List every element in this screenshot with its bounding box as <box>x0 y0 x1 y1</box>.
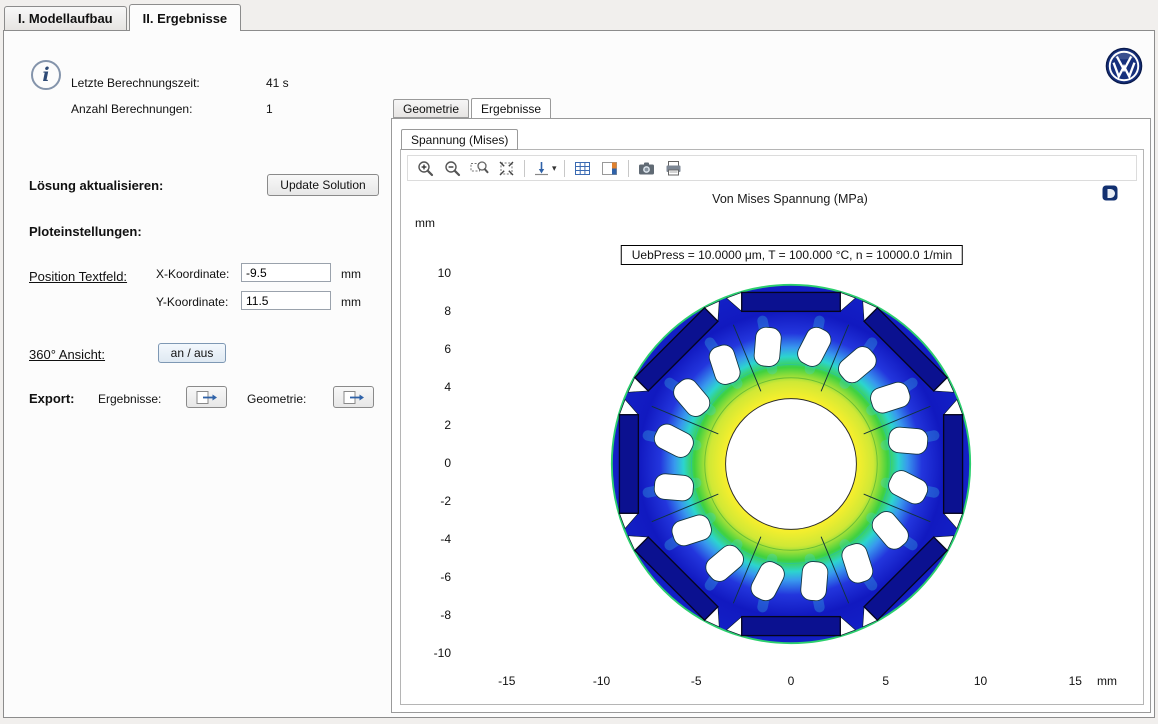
y-tick-label: -6 <box>407 570 451 584</box>
plot-toolbar: ▾ <box>407 155 1137 181</box>
x-axis-unit: mm <box>1097 674 1117 688</box>
y-tick-label: 0 <box>407 456 451 470</box>
view-orientation-icon <box>532 159 551 178</box>
results-tab-geometrie[interactable]: Geometrie <box>393 99 469 118</box>
y-coordinate-input[interactable] <box>241 291 331 310</box>
toolbar-separator <box>564 160 565 177</box>
export-results-button[interactable] <box>186 386 227 408</box>
workspace: i Letzte Berechnungszeit: 41 s Anzahl Be… <box>3 30 1155 718</box>
update-solution-heading: Lösung aktualisieren: <box>29 178 163 193</box>
x-tick-label: 5 <box>866 674 906 688</box>
x-tick-label: 15 <box>1055 674 1095 688</box>
x-coordinate-input[interactable] <box>241 263 331 282</box>
plot-tab-bar: Spannung (Mises) <box>401 129 520 149</box>
results-panel: Spannung (Mises) <box>391 118 1151 713</box>
export-heading: Export: <box>29 391 75 406</box>
camera-icon <box>637 159 656 178</box>
legend-toggle-button[interactable] <box>599 157 621 179</box>
export-icon <box>196 390 218 405</box>
zoom-in-icon <box>416 159 435 178</box>
plot-title: Von Mises Spannung (MPa) <box>437 192 1143 206</box>
x-coordinate-label: X-Koordinate: <box>156 267 229 281</box>
x-tick-label: -15 <box>487 674 527 688</box>
x-tick-label: -5 <box>676 674 716 688</box>
plot-frame: ▾ <box>400 149 1144 705</box>
grid-toggle-button[interactable] <box>572 157 594 179</box>
y-tick-label: -2 <box>407 494 451 508</box>
zoom-extents-button[interactable] <box>495 157 517 179</box>
export-geometry-button[interactable] <box>333 386 374 408</box>
zoom-box-icon <box>470 159 489 178</box>
y-tick-label: 4 <box>407 380 451 394</box>
zoom-extents-icon <box>497 159 516 178</box>
view-360-label: 360° Ansicht: <box>29 347 105 362</box>
snapshot-button[interactable] <box>636 157 658 179</box>
position-textfield-label: Position Textfeld: <box>29 269 127 284</box>
y-tick-label: -8 <box>407 608 451 622</box>
legend-icon <box>600 159 619 178</box>
y-tick-label: 10 <box>407 266 451 280</box>
y-tick-label: -4 <box>407 532 451 546</box>
last-computation-label: Letzte Berechnungszeit: <box>71 76 200 90</box>
export-results-label: Ergebnisse: <box>98 392 161 406</box>
results-tab-bar: Geometrie Ergebnisse <box>393 99 553 118</box>
y-tick-label: 8 <box>407 304 451 318</box>
x-unit-label: mm <box>341 267 361 281</box>
update-solution-button[interactable]: Update Solution <box>267 174 379 196</box>
computation-count-value: 1 <box>266 102 273 116</box>
view-orientation-button[interactable]: ▾ <box>532 159 557 178</box>
dropdown-caret-icon[interactable]: ▾ <box>552 163 557 174</box>
toolbar-separator <box>628 160 629 177</box>
y-coordinate-label: Y-Koordinate: <box>156 295 228 309</box>
plot-settings-heading: Ploteinstellungen: <box>29 224 142 239</box>
y-tick-label: -10 <box>407 646 451 660</box>
x-tick-label: 10 <box>961 674 1001 688</box>
toggle-360-button[interactable]: an / aus <box>158 343 226 363</box>
plot-annotation: UebPress = 10.0000 μm, T = 100.000 °C, n… <box>621 245 963 265</box>
plot-tab-spannung-mises[interactable]: Spannung (Mises) <box>401 129 518 150</box>
grid-icon <box>573 159 592 178</box>
zoom-in-button[interactable] <box>414 157 436 179</box>
last-computation-value: 41 s <box>266 76 289 90</box>
info-icon: i <box>31 60 61 90</box>
y-tick-label: 2 <box>407 418 451 432</box>
zoom-out-icon <box>443 159 462 178</box>
main-tab-bar: I. Modellaufbau II. Ergebnisse <box>4 4 243 30</box>
x-tick-label: 0 <box>771 674 811 688</box>
app-window: { "app": { "main_tabs": [ {"label": "I. … <box>0 0 1158 724</box>
zoom-out-button[interactable] <box>441 157 463 179</box>
x-tick-label: -10 <box>582 674 622 688</box>
rotor-stress-plot[interactable] <box>609 282 973 646</box>
print-icon <box>664 159 683 178</box>
y-axis-unit: mm <box>415 216 435 230</box>
export-geometry-label: Geometrie: <box>247 392 306 406</box>
print-button[interactable] <box>663 157 685 179</box>
y-unit-label: mm <box>341 295 361 309</box>
computation-count-label: Anzahl Berechnungen: <box>71 102 192 116</box>
y-tick-label: 6 <box>407 342 451 356</box>
tab-ergebnisse[interactable]: II. Ergebnisse <box>129 4 242 31</box>
zoom-box-button[interactable] <box>468 157 490 179</box>
export-icon <box>343 390 365 405</box>
tab-modellaufbau[interactable]: I. Modellaufbau <box>4 6 127 30</box>
vw-logo-icon <box>1105 47 1143 85</box>
results-tab-ergebnisse[interactable]: Ergebnisse <box>471 98 551 119</box>
toolbar-separator <box>524 160 525 177</box>
